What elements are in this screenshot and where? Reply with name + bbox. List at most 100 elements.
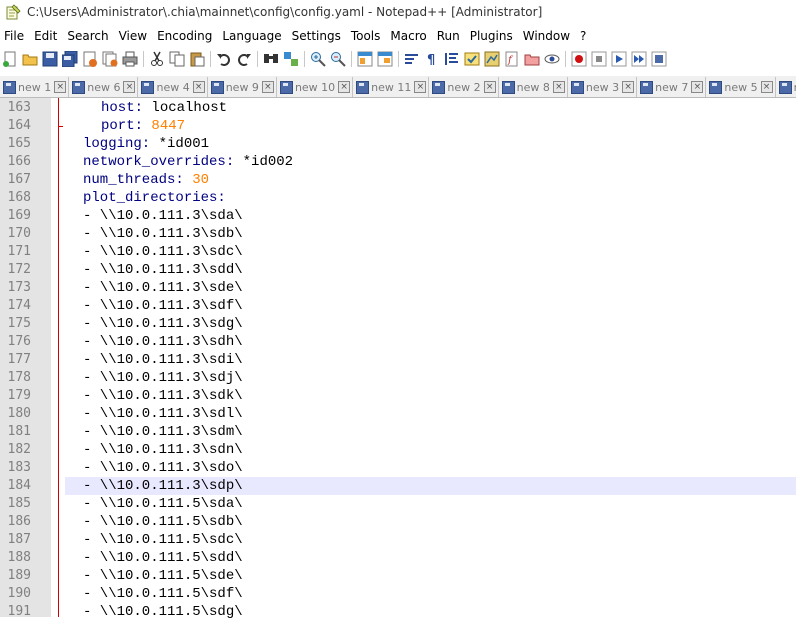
editor-line[interactable]: 177 - \\10.0.111.3\sdi\: [0, 351, 796, 369]
code-text[interactable]: - \\10.0.111.3\sdj\: [83, 369, 243, 387]
tab-new-10[interactable]: new 10 ×: [276, 77, 354, 97]
editor-line[interactable]: 170 - \\10.0.111.3\sdb\: [0, 225, 796, 243]
doc-map-icon[interactable]: [484, 51, 500, 67]
code-text[interactable]: - \\10.0.111.3\sdh\: [83, 333, 243, 351]
editor-line[interactable]: 165 logging: *id001: [0, 135, 796, 153]
menu-view[interactable]: View: [115, 29, 153, 43]
editor-line[interactable]: 181 - \\10.0.111.3\sdm\: [0, 423, 796, 441]
editor-line[interactable]: 183 - \\10.0.111.3\sdo\: [0, 459, 796, 477]
editor-line[interactable]: 179 - \\10.0.111.3\sdk\: [0, 387, 796, 405]
menu-run[interactable]: Run: [433, 29, 466, 43]
editor-line[interactable]: 163 host: localhost: [0, 99, 796, 117]
tab-ne[interactable]: ne: [775, 77, 796, 97]
play-macro-icon[interactable]: [611, 51, 627, 67]
close-icon[interactable]: [82, 51, 98, 67]
tab-close-icon[interactable]: ×: [760, 81, 773, 93]
code-text[interactable]: - \\10.0.111.3\sdp\: [83, 477, 243, 495]
editor-line[interactable]: 187 - \\10.0.111.5\sdc\: [0, 531, 796, 549]
code-text[interactable]: - \\10.0.111.5\sdc\: [83, 531, 243, 549]
code-text[interactable]: - \\10.0.111.5\sda\: [83, 495, 243, 513]
cut-icon[interactable]: [149, 51, 165, 67]
save-icon[interactable]: [42, 51, 58, 67]
menu-window[interactable]: Window: [519, 29, 576, 43]
editor-line[interactable]: 175 - \\10.0.111.3\sdg\: [0, 315, 796, 333]
tab-new-7[interactable]: new 7 ×: [637, 77, 707, 97]
editor-line[interactable]: 174 - \\10.0.111.3\sdf\: [0, 297, 796, 315]
redo-icon[interactable]: [236, 51, 252, 67]
sync-horizontal-icon[interactable]: [377, 51, 393, 67]
word-wrap-icon[interactable]: [404, 51, 420, 67]
code-text[interactable]: - \\10.0.111.5\sdd\: [83, 549, 243, 567]
code-text[interactable]: - \\10.0.111.5\sdg\: [83, 603, 243, 621]
editor-line[interactable]: 173 - \\10.0.111.3\sde\: [0, 279, 796, 297]
code-text[interactable]: host: localhost: [101, 99, 227, 117]
monitoring-icon[interactable]: [544, 51, 560, 67]
indent-guide-icon[interactable]: [444, 51, 460, 67]
tab-new-4[interactable]: new 4 ×: [138, 77, 208, 97]
tab-new-5[interactable]: new 5 ×: [706, 77, 776, 97]
editor-line[interactable]: 167 num_threads: 30: [0, 171, 796, 189]
tab-close-icon[interactable]: ×: [261, 81, 274, 93]
tab-new-6[interactable]: new 6 ×: [69, 77, 139, 97]
code-text[interactable]: plot_directories:: [83, 189, 226, 207]
menu-file[interactable]: File: [0, 29, 30, 43]
code-text[interactable]: - \\10.0.111.3\sdi\: [83, 351, 243, 369]
stop-macro-icon[interactable]: [591, 51, 607, 67]
tab-close-icon[interactable]: ×: [622, 81, 635, 93]
code-text[interactable]: - \\10.0.111.3\sdf\: [83, 297, 243, 315]
editor-area[interactable]: 163 host: localhost 164 port: 8447 165 loggin…: [0, 98, 796, 620]
menu-help[interactable]: ?: [576, 29, 592, 43]
menu-tools[interactable]: Tools: [347, 29, 387, 43]
tab-new-3[interactable]: new 3 ×: [567, 77, 638, 97]
close-all-icon[interactable]: [102, 51, 118, 67]
function-list-icon[interactable]: f: [504, 51, 520, 67]
tab-close-icon[interactable]: ×: [338, 81, 351, 93]
tab-new-8[interactable]: new 8 ×: [498, 77, 568, 97]
editor-line[interactable]: 171 - \\10.0.111.3\sdc\: [0, 243, 796, 261]
tab-close-icon[interactable]: ×: [691, 81, 704, 93]
editor-line[interactable]: 164 port: 8447: [0, 117, 796, 135]
code-text[interactable]: - \\10.0.111.3\sdc\: [83, 243, 243, 261]
editor-line[interactable]: 172 - \\10.0.111.3\sdd\: [0, 261, 796, 279]
editor-line[interactable]: 190 - \\10.0.111.5\sdf\: [0, 585, 796, 603]
menu-search[interactable]: Search: [63, 29, 114, 43]
code-text[interactable]: port: 8447: [101, 117, 185, 135]
code-text[interactable]: - \\10.0.111.3\sde\: [83, 279, 243, 297]
code-text[interactable]: - \\10.0.111.3\sdm\: [83, 423, 243, 441]
editor-line[interactable]: 176 - \\10.0.111.3\sdh\: [0, 333, 796, 351]
tab-new-2[interactable]: new 2 ×: [429, 77, 499, 97]
code-text[interactable]: - \\10.0.111.3\sdo\: [83, 459, 243, 477]
show-all-chars-icon[interactable]: ¶: [424, 51, 440, 68]
tab-close-icon[interactable]: ×: [483, 81, 496, 93]
tab-close-icon[interactable]: ×: [414, 81, 427, 93]
code-text[interactable]: network_overrides: *id002: [83, 153, 293, 171]
editor-line[interactable]: 185 - \\10.0.111.5\sda\: [0, 495, 796, 513]
record-macro-icon[interactable]: [571, 51, 587, 67]
code-text[interactable]: - \\10.0.111.5\sde\: [83, 567, 243, 585]
replace-icon[interactable]: [283, 51, 299, 67]
zoom-in-icon[interactable]: [310, 51, 326, 67]
save-macro-icon[interactable]: [651, 51, 667, 67]
editor-line[interactable]: 166 network_overrides: *id002: [0, 153, 796, 171]
tab-close-icon[interactable]: ×: [552, 81, 565, 93]
editor-line[interactable]: 180 - \\10.0.111.3\sdl\: [0, 405, 796, 423]
editor-line[interactable]: 168 plot_directories:: [0, 189, 796, 207]
editor-line[interactable]: 182 - \\10.0.111.3\sdn\: [0, 441, 796, 459]
code-text[interactable]: - \\10.0.111.3\sdk\: [83, 387, 243, 405]
code-text[interactable]: num_threads: 30: [83, 171, 209, 189]
code-text[interactable]: - \\10.0.111.3\sdl\: [83, 405, 243, 423]
code-text[interactable]: - \\10.0.111.3\sdb\: [83, 225, 243, 243]
zoom-out-icon[interactable]: [330, 51, 346, 67]
sync-vertical-icon[interactable]: [357, 51, 373, 67]
tab-new-11[interactable]: new 11 ×: [353, 77, 430, 97]
editor-line[interactable]: 186 - \\10.0.111.5\sdb\: [0, 513, 796, 531]
code-text[interactable]: - \\10.0.111.3\sdn\: [83, 441, 243, 459]
menu-edit[interactable]: Edit: [30, 29, 63, 43]
menu-settings[interactable]: Settings: [288, 29, 347, 43]
tab-new-1[interactable]: new 1 ×: [0, 77, 70, 97]
editor-line[interactable]: 189 - \\10.0.111.5\sde\: [0, 567, 796, 585]
editor-line[interactable]: 178 - \\10.0.111.3\sdj\: [0, 369, 796, 387]
undo-icon[interactable]: [216, 51, 232, 67]
code-text[interactable]: - \\10.0.111.5\sdb\: [83, 513, 243, 531]
code-text[interactable]: logging: *id001: [83, 135, 209, 153]
